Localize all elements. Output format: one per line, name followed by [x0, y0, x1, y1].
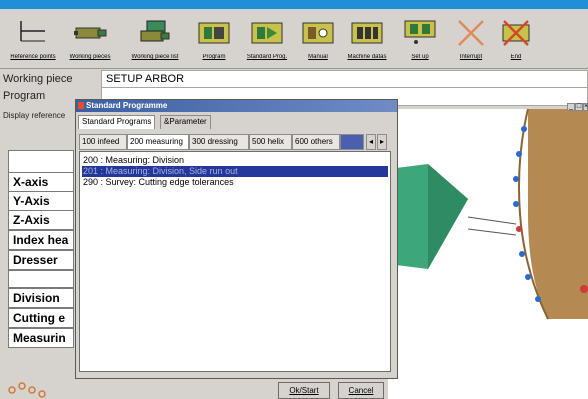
program-label: Program	[3, 90, 46, 102]
machine-logo	[8, 382, 46, 398]
machine-datas-button[interactable]: Machine datas	[342, 9, 392, 69]
cancel-button[interactable]: Cancel	[338, 382, 384, 399]
axis-index-head[interactable]: Index hea	[8, 230, 74, 250]
program-list[interactable]: 200 : Measuring: Division 201 : Measurin…	[79, 151, 391, 372]
working-piece-label: Working piece	[3, 73, 73, 85]
list-item[interactable]: 200 : Measuring: Division	[82, 155, 388, 166]
tab-measuring[interactable]: 200 measuring	[127, 134, 189, 150]
tab-more[interactable]	[340, 134, 364, 150]
toolbar-label: Machine datas	[347, 54, 387, 60]
list-item[interactable]: 201 : Measuring: Division, Side run out	[82, 166, 388, 177]
set-up-button[interactable]: Set up	[395, 9, 445, 69]
main-toolbar: Reference points Working pieces Working …	[0, 9, 588, 69]
tab-scroll-left-icon[interactable]: ◂	[366, 134, 376, 150]
axes-separator-box	[8, 270, 74, 288]
toolbar-label: Standard Prog.	[246, 54, 288, 60]
working-piece-list-button[interactable]: Working piece list	[130, 9, 180, 69]
tab-dressing[interactable]: 300 dressing	[189, 134, 249, 150]
axis-y[interactable]: Y-Axis	[8, 191, 74, 211]
tab-infeed[interactable]: 100 infeed	[79, 134, 127, 150]
toolbar-label: Reference points	[10, 54, 56, 60]
axis-z[interactable]: Z-Axis	[8, 210, 74, 230]
working-piece-list-icon	[140, 20, 170, 42]
reference-points-button[interactable]: Reference points	[8, 9, 58, 69]
axis-division[interactable]: Division	[8, 288, 74, 308]
display-reference-label: Display reference	[3, 111, 66, 120]
toolbar-label: End	[510, 54, 522, 60]
ok-start-button[interactable]: Ok/Start	[278, 382, 330, 399]
axes-header-box	[8, 150, 74, 174]
end-icon	[502, 20, 530, 46]
tab-scroll-right-icon[interactable]: ▸	[377, 134, 387, 150]
set-up-icon	[404, 20, 436, 44]
axis-x[interactable]: X-axis	[8, 172, 74, 192]
minimize-button[interactable]: _	[567, 103, 575, 111]
axis-dresser[interactable]: Dresser	[8, 250, 74, 270]
tab-others[interactable]: 600 others	[292, 134, 340, 150]
toolbar-label: Working piece list	[131, 54, 179, 60]
standard-prog-button[interactable]: Standard Prog.	[242, 9, 292, 69]
category-tabs: 100 infeed 200 measuring 300 dressing 50…	[79, 134, 391, 150]
tab-standard-programs[interactable]: Standard Programs	[78, 115, 156, 129]
working-pieces-button[interactable]: Working pieces	[65, 9, 115, 69]
tab-helix[interactable]: 500 helix	[249, 134, 292, 150]
axis-cutting-edge[interactable]: Cutting e	[8, 308, 74, 328]
top-accent-bar	[0, 0, 588, 9]
end-button[interactable]: End	[491, 9, 541, 69]
maximize-button[interactable]: □	[575, 103, 583, 111]
list-item[interactable]: 290 : Survey: Cutting edge tolerances	[82, 177, 388, 188]
manual-icon	[302, 22, 334, 44]
tool-3d-viewport[interactable]	[388, 109, 588, 399]
program-icon	[198, 22, 230, 44]
axis-measuring[interactable]: Measurin	[8, 328, 74, 348]
toolbar-label: Set up	[411, 54, 429, 60]
tab-parameter[interactable]: &Parameter	[160, 115, 211, 129]
app-icon	[78, 102, 84, 109]
dialog-title: Standard Programme	[76, 100, 397, 112]
standard-prog-icon	[251, 22, 283, 44]
dialog-title-text: Standard Programme	[86, 101, 168, 110]
toolbar-label: Program	[202, 54, 226, 60]
manual-button[interactable]: Manual	[293, 9, 343, 69]
close-button[interactable]: ×	[583, 103, 588, 111]
reference-points-icon	[20, 21, 45, 42]
machine-datas-icon	[351, 22, 383, 44]
toolbar-label: Working pieces	[69, 54, 111, 60]
grinding-scene-graphic	[388, 109, 588, 320]
program-button[interactable]: Program	[189, 9, 239, 69]
interrupt-icon	[458, 20, 484, 46]
working-pieces-icon	[74, 27, 107, 39]
standard-programme-dialog: Standard Programme Standard Programs &Pa…	[75, 99, 398, 379]
